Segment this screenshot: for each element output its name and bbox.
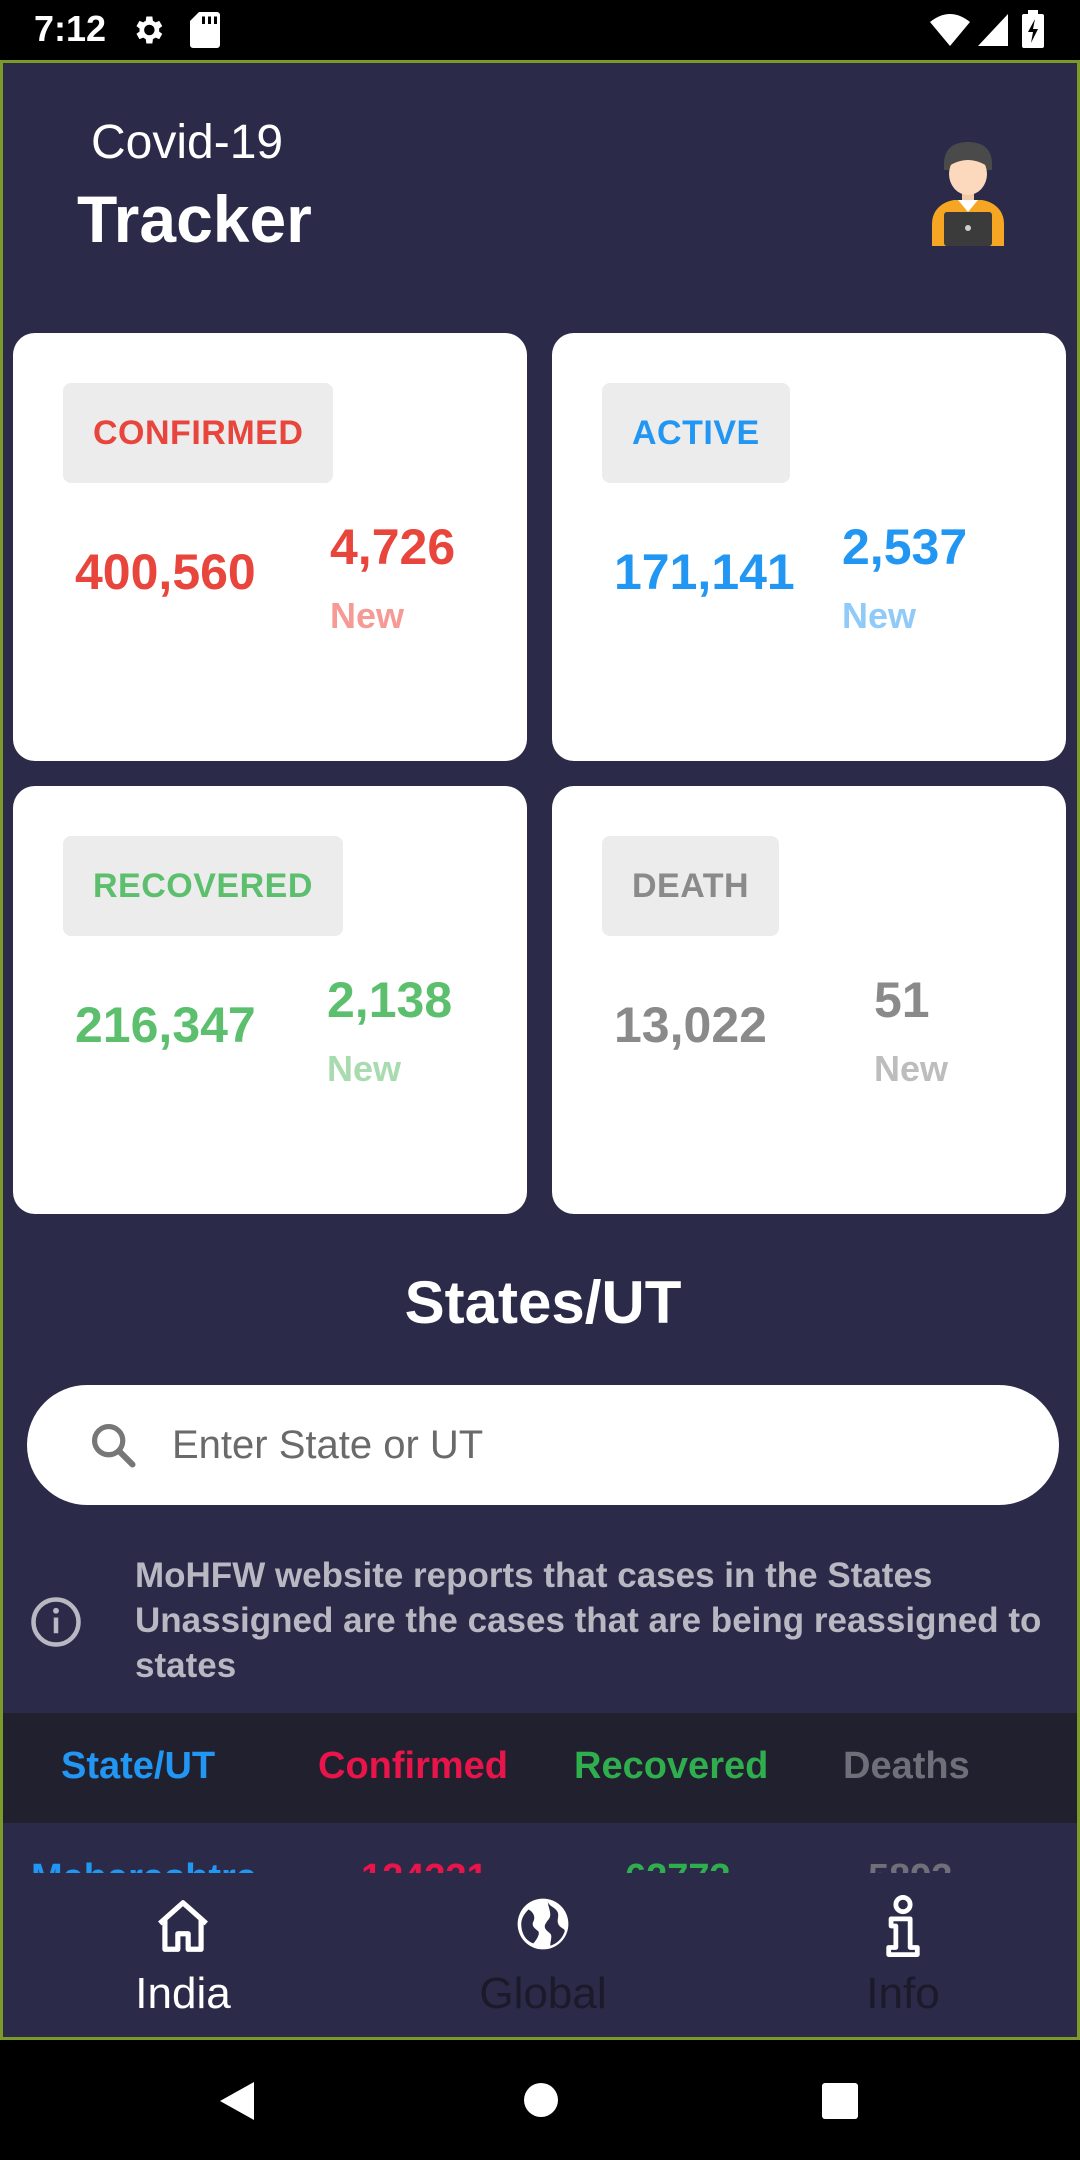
death-new-count: 51: [874, 972, 930, 1028]
recents-icon[interactable]: [822, 2083, 858, 2124]
header-confirmed[interactable]: Confirmed: [318, 1745, 508, 1788]
active-new-label: New: [842, 595, 917, 636]
state-search-bar[interactable]: [27, 1385, 1059, 1505]
info-circle-icon: [29, 1595, 83, 1654]
confirmed-total: 400,560: [75, 544, 256, 600]
confirmed-label: CONFIRMED: [63, 383, 334, 483]
confirmed-new-count: 4,726: [330, 519, 456, 575]
recovered-card[interactable]: RECOVERED 216,347 2,138 New: [13, 786, 527, 1214]
recovered-new-count: 2,138: [327, 972, 453, 1028]
system-navigation-bar: [0, 2040, 1080, 2160]
avatar[interactable]: [918, 138, 1018, 248]
battery-icon: [1022, 10, 1044, 53]
states-section-title: States/UT: [404, 1269, 682, 1336]
confirmed-new-label: New: [330, 595, 405, 636]
notice-text: MoHFW website reports that cases in the …: [135, 1556, 1042, 1685]
app-title-large: Tracker: [77, 182, 312, 256]
recovered-label: RECOVERED: [63, 836, 343, 936]
death-card[interactable]: DEATH 13,022 51 New: [552, 786, 1066, 1214]
status-time: 7:12: [34, 8, 107, 49]
death-total: 13,022: [614, 997, 767, 1053]
person-with-laptop-icon: [932, 142, 1004, 246]
nav-global[interactable]: Global: [363, 1873, 723, 2037]
bottom-navigation: India Global Info: [3, 1873, 1077, 2037]
recovered-total: 216,347: [75, 997, 256, 1053]
wifi-icon: [930, 14, 970, 51]
info-icon: [886, 1895, 920, 1957]
confirmed-card[interactable]: CONFIRMED 400,560 4,726 New: [13, 333, 527, 761]
death-label: DEATH: [602, 836, 780, 936]
active-new-count: 2,537: [842, 519, 968, 575]
sd-card-icon: [190, 12, 220, 53]
active-label: ACTIVE: [602, 383, 790, 483]
states-table-header: State/UT Confirmed Recovered Deaths: [3, 1713, 1077, 1823]
nav-global-label: Global: [479, 1969, 607, 2018]
app-title-small: Covid-19: [91, 116, 284, 169]
nav-info[interactable]: Info: [723, 1873, 1077, 2037]
app-screen: Covid-19 Tracker CONFIRMED 400,560 4,726…: [0, 60, 1080, 2040]
settings-icon: [130, 12, 166, 53]
header-deaths[interactable]: Deaths: [843, 1745, 970, 1788]
search-icon: [87, 1419, 139, 1476]
header-state[interactable]: State/UT: [61, 1745, 215, 1788]
nav-india[interactable]: India: [3, 1873, 363, 2037]
back-icon[interactable]: [218, 2080, 256, 2127]
active-card[interactable]: ACTIVE 171,141 2,537 New: [552, 333, 1066, 761]
recovered-new-label: New: [327, 1048, 402, 1089]
home-icon: [158, 1900, 208, 1952]
signal-icon: [978, 14, 1008, 51]
state-search-input[interactable]: [172, 1405, 1012, 1485]
status-bar: 7:12: [0, 0, 1080, 60]
nav-india-label: India: [135, 1969, 231, 2018]
death-new-label: New: [874, 1048, 949, 1089]
header-recovered[interactable]: Recovered: [574, 1745, 768, 1788]
app-header: Covid-19 Tracker: [3, 63, 1077, 333]
active-total: 171,141: [614, 544, 795, 600]
home-circle-icon[interactable]: [523, 2082, 559, 2123]
nav-info-label: Info: [866, 1969, 940, 2018]
globe-icon: [517, 1898, 569, 1950]
